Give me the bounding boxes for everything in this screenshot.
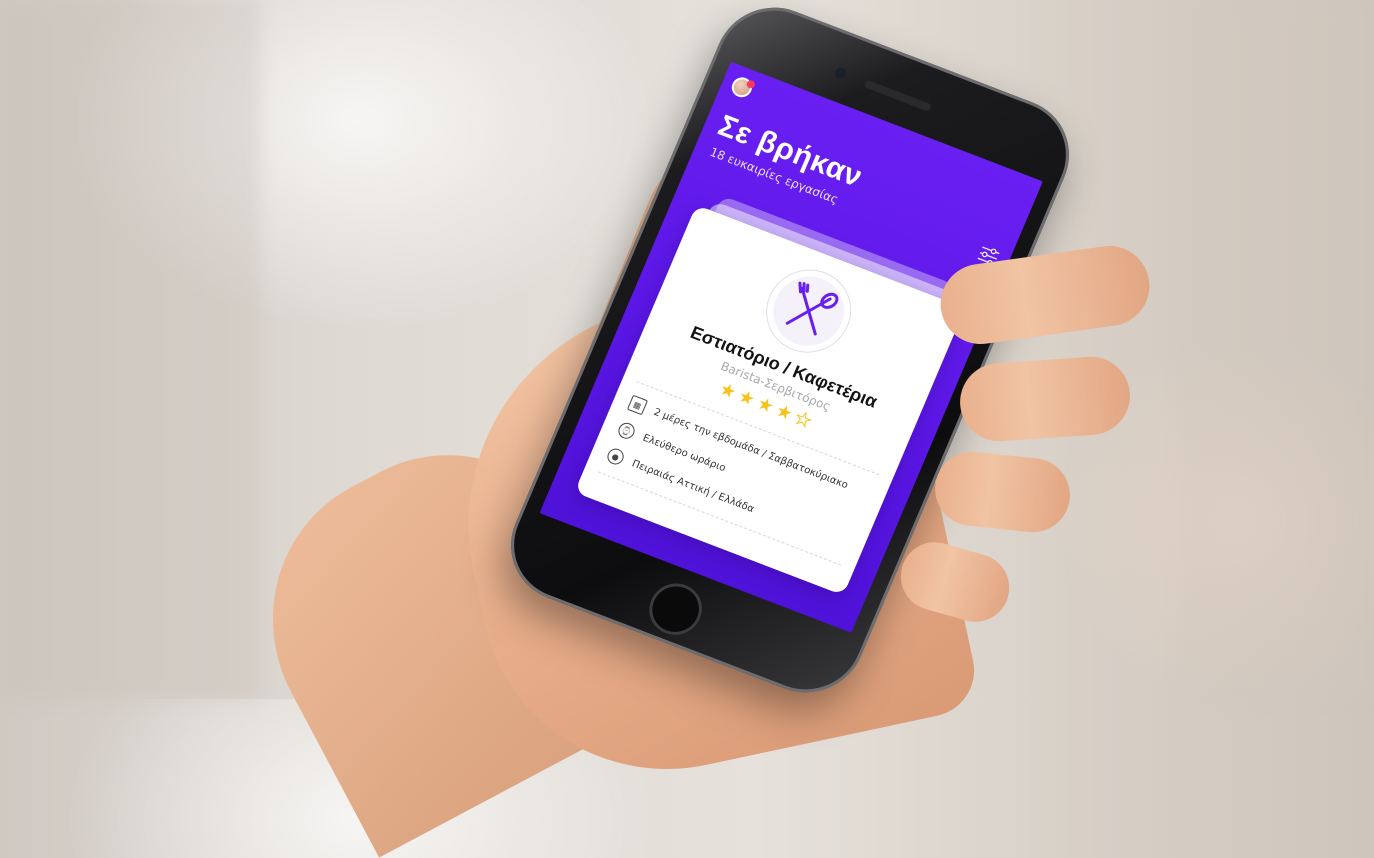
accept-button[interactable] (734, 619, 804, 633)
front-camera (833, 66, 848, 81)
calendar-icon: ▦ (626, 394, 649, 416)
app-screen: Σε βρήκαν 18 ευκαιρίες εργασίας Εστιατόρ… (539, 61, 1043, 633)
ring-finger (931, 448, 1074, 536)
profile-avatar[interactable] (728, 74, 757, 101)
background-panel-left (0, 0, 260, 699)
location-pin-icon: ● (604, 446, 627, 467)
background-panel-right (1180, 0, 1374, 699)
speaker-grille (863, 79, 933, 113)
notification-dot (745, 79, 757, 90)
job-card[interactable]: Εστιατόριο / Καφετέρια Barista-Σερβιτόρο… (574, 204, 966, 596)
clock-icon: ⌚ (615, 420, 638, 442)
home-button[interactable] (641, 575, 711, 643)
middle-finger (957, 354, 1133, 444)
fork-spoon-icon (785, 281, 839, 336)
card-divider-bottom (598, 471, 842, 566)
close-icon (575, 572, 597, 593)
category-badge (754, 258, 863, 364)
location-text: Πειραιάς Αττική / Ελλάδα (630, 457, 756, 515)
